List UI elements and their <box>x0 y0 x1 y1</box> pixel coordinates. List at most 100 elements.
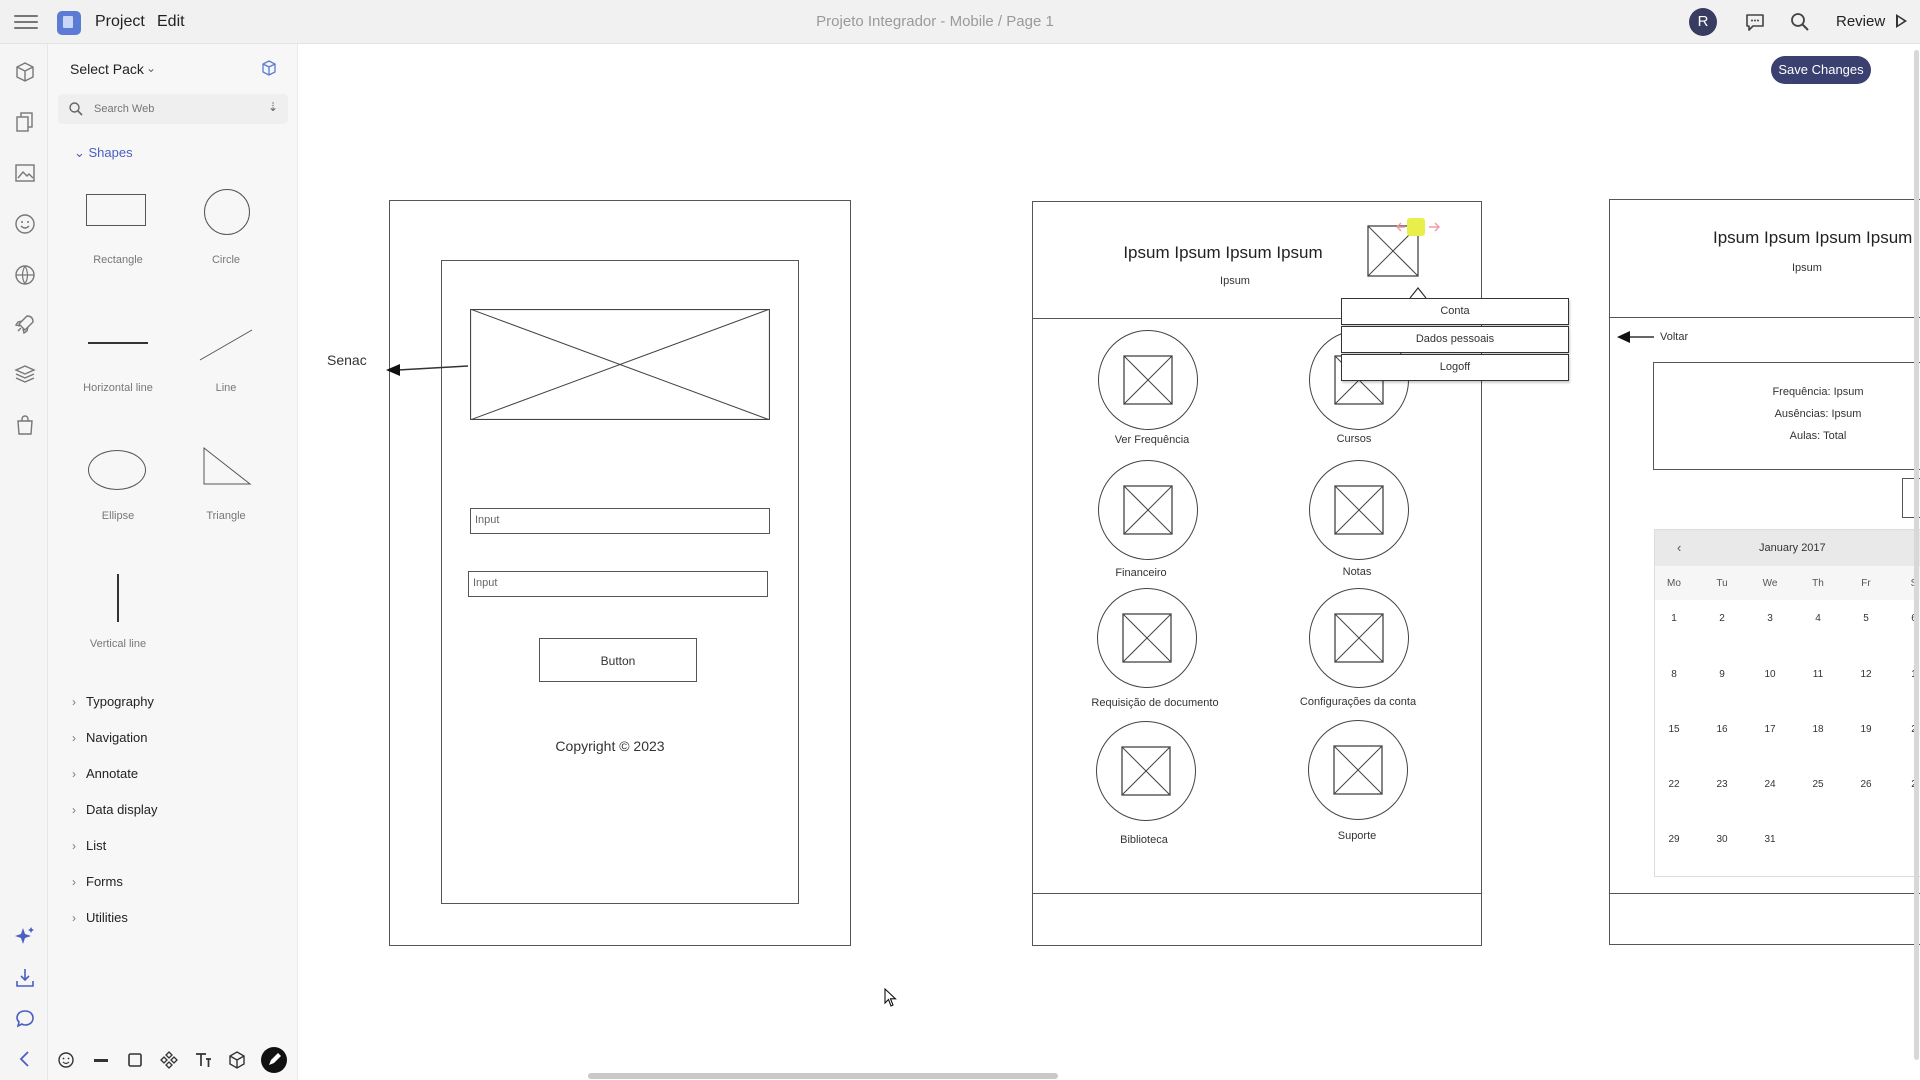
globe-icon[interactable] <box>13 263 37 287</box>
search-bar: ⇣ <box>58 94 288 124</box>
shape-vertical-line[interactable]: Vertical line <box>70 556 166 652</box>
popup-pointer <box>1409 287 1427 299</box>
category-utilities[interactable]: › Utilities <box>72 910 128 925</box>
category-label: Utilities <box>86 910 128 925</box>
shape-line[interactable]: Line <box>178 300 274 396</box>
calendar-day[interactable]: 16 <box>1707 724 1737 735</box>
calendar-day[interactable]: 19 <box>1851 724 1881 735</box>
calendar-day[interactable]: 4 <box>1803 613 1833 624</box>
play-icon[interactable] <box>1896 14 1907 28</box>
shapes-section-header[interactable]: ⌄ Shapes <box>74 145 133 161</box>
category-navigation[interactable]: › Navigation <box>72 730 147 745</box>
input-field-2[interactable]: Input <box>468 571 768 597</box>
layers-icon[interactable] <box>13 362 37 386</box>
category-forms[interactable]: › Forms <box>72 874 123 889</box>
calendar-day[interactable]: 2 <box>1707 613 1737 624</box>
menu-item-suporte[interactable] <box>1308 720 1408 820</box>
chevron-down-icon[interactable]: ⌄ <box>146 61 156 75</box>
calendar-day[interactable]: 12 <box>1851 669 1881 680</box>
calendar-day[interactable]: 8 <box>1659 669 1689 680</box>
calendar-day[interactable]: 24 <box>1755 779 1785 790</box>
back-link[interactable]: Voltar <box>1660 331 1688 343</box>
calendar-day[interactable]: 31 <box>1755 834 1785 845</box>
shape-ellipse[interactable]: Ellipse <box>70 428 166 524</box>
rocket-icon[interactable] <box>13 312 37 336</box>
selection-handle-icon[interactable] <box>1393 216 1445 238</box>
rectangle-tool-icon[interactable] <box>125 1050 145 1070</box>
calendar-day[interactable]: 30 <box>1707 834 1737 845</box>
menu-item-dados-pessoais[interactable]: Dados pessoais <box>1341 326 1569 353</box>
avatar[interactable]: R <box>1689 8 1717 36</box>
image-placeholder-icon[interactable] <box>470 309 770 420</box>
circle-shape-icon <box>204 189 250 235</box>
image-icon[interactable] <box>13 161 37 185</box>
pen-tool-icon[interactable] <box>260 1046 288 1074</box>
double-chevron-down-icon[interactable]: ⇣ <box>268 100 278 114</box>
text-tool-icon[interactable] <box>193 1050 213 1070</box>
calendar-day[interactable]: 3 <box>1755 613 1785 624</box>
search-icon[interactable] <box>1789 11 1811 33</box>
calendar-day[interactable]: 29 <box>1659 834 1689 845</box>
shape-rectangle[interactable]: Rectangle <box>70 172 166 268</box>
import-icon[interactable] <box>13 966 37 990</box>
select-pack-dropdown[interactable]: Select Pack <box>70 61 144 77</box>
menu-item-requisicao-de-documento[interactable] <box>1097 588 1197 688</box>
back-arrow-icon[interactable] <box>1616 329 1656 345</box>
search-input[interactable] <box>94 99 254 119</box>
calendar-day[interactable]: 22 <box>1659 779 1689 790</box>
calendar-day[interactable]: 1 <box>1659 613 1689 624</box>
chat-icon[interactable] <box>13 1007 37 1031</box>
input-field-1[interactable]: Input <box>470 508 770 534</box>
calendar-header: ‹ January 2017 <box>1655 530 1920 566</box>
menu-item-logoff[interactable]: Logoff <box>1341 354 1569 381</box>
category-data-display[interactable]: › Data display <box>72 802 158 817</box>
calendar-day[interactable]: 11 <box>1803 669 1833 680</box>
calendar-day[interactable]: 25 <box>1803 779 1833 790</box>
menu-item-configuracoes-da-conta[interactable] <box>1309 588 1409 688</box>
diagonal-line-shape-icon <box>199 329 253 361</box>
pages-icon[interactable] <box>13 110 37 134</box>
chevron-left-icon[interactable]: ‹ <box>1677 540 1681 555</box>
cube-icon[interactable] <box>260 59 278 77</box>
menu-item-ver-frequencia[interactable] <box>1098 330 1198 430</box>
collapse-panel-icon[interactable] <box>13 1047 37 1071</box>
calendar-day[interactable]: 18 <box>1803 724 1833 735</box>
component-tool-icon[interactable] <box>159 1050 179 1070</box>
3d-box-tool-icon[interactable] <box>227 1050 247 1070</box>
calendar-day[interactable]: 23 <box>1707 779 1737 790</box>
shopping-bag-icon[interactable] <box>13 413 37 437</box>
calendar-day[interactable]: 17 <box>1755 724 1785 735</box>
horizontal-scrollbar[interactable] <box>588 1073 1058 1079</box>
arrow-left-icon[interactable] <box>384 358 470 378</box>
review-button[interactable]: Review <box>1836 13 1885 30</box>
search-icon <box>69 102 83 116</box>
comments-icon[interactable] <box>1744 11 1766 33</box>
category-list[interactable]: › List <box>72 838 106 853</box>
menu-item-financeiro[interactable] <box>1098 460 1198 560</box>
line-tool-icon[interactable] <box>91 1050 111 1070</box>
calendar-month: January 2017 <box>1759 542 1826 554</box>
shape-triangle[interactable]: Triangle <box>178 428 274 524</box>
category-annotate[interactable]: › Annotate <box>72 766 138 781</box>
menu-item-notas[interactable] <box>1309 460 1409 560</box>
sparkle-icon[interactable] <box>13 924 37 948</box>
calendar-day[interactable]: 9 <box>1707 669 1737 680</box>
box-icon[interactable] <box>13 60 37 84</box>
chevron-right-icon: › <box>72 731 76 745</box>
calendar-day[interactable]: 10 <box>1755 669 1785 680</box>
emoji-icon[interactable] <box>13 212 37 236</box>
shape-circle[interactable]: Circle <box>178 172 274 268</box>
calendar-day[interactable]: 5 <box>1851 613 1881 624</box>
vertical-scrollbar[interactable] <box>1914 50 1919 1060</box>
save-changes-button[interactable]: Save Changes <box>1771 56 1871 84</box>
category-typography[interactable]: › Typography <box>72 694 154 709</box>
emoji-tool-icon[interactable] <box>56 1050 76 1070</box>
menu-item-conta[interactable]: Conta <box>1341 298 1569 325</box>
wireframe-button[interactable]: Button <box>539 638 697 682</box>
senac-annotation[interactable]: Senac <box>327 352 367 368</box>
shapes-section-label: Shapes <box>88 145 133 160</box>
calendar-day[interactable]: 26 <box>1851 779 1881 790</box>
shape-horizontal-line[interactable]: Horizontal line <box>70 300 166 396</box>
calendar-day[interactable]: 15 <box>1659 724 1689 735</box>
menu-item-biblioteca[interactable] <box>1096 721 1196 821</box>
